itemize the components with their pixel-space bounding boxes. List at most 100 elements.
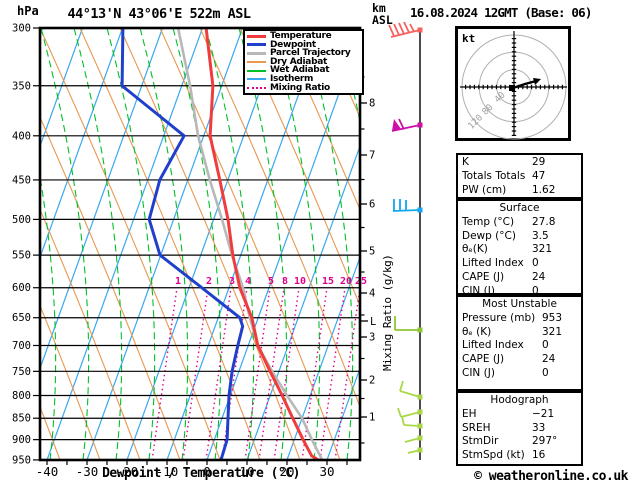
svg-text:5: 5 [268, 276, 274, 287]
panel-title: Most Unstable [482, 298, 557, 310]
panel-row-value: 0 [542, 366, 549, 379]
svg-text:10: 10 [294, 276, 306, 287]
legend-line-sample [247, 43, 266, 47]
legend-line-sample [247, 69, 266, 72]
credit-link[interactable]: © weatheronline.co.uk [474, 469, 628, 484]
legend-line-sample [247, 34, 266, 38]
panel-row-label: PW (cm) [462, 183, 507, 196]
panel-row-label: CAPE (J) [462, 270, 505, 283]
legend-line-sample [247, 51, 266, 55]
svg-text:8: 8 [369, 98, 375, 110]
panel-row-value: 27.8 [532, 215, 556, 228]
svg-text:500: 500 [12, 214, 31, 226]
panel-row-value: 3.5 [532, 229, 549, 242]
km-axis: 8 7 6 5 4 3 2 1 L [360, 76, 376, 444]
legend-line-sample [247, 61, 266, 64]
panel-row-label: CAPE (J) [462, 353, 505, 366]
svg-text:750: 750 [12, 366, 31, 378]
panel-row-value: 321 [532, 243, 553, 256]
panel-row-label: Lifted Index [462, 339, 524, 352]
x-axis-title: Dewpoint / Temperature (°C) [102, 466, 300, 481]
legend-line-sample [247, 78, 266, 81]
panel-row-label: Lifted Index [462, 257, 524, 270]
panel-surface: Surface Temp (°C) 27.8 Dewp (°C) 3.5 θₑ(K) 321… [456, 199, 583, 297]
mixing-ratio-labels: 1 2 3 4 5 8 10 15 20 25 [175, 276, 367, 287]
panel-row-label: Temp (°C) [462, 215, 515, 228]
panel-row-value: 0 [542, 339, 549, 352]
panel-row-value: 953 [542, 311, 563, 324]
svg-text:550: 550 [12, 250, 31, 262]
svg-text:1: 1 [175, 276, 181, 287]
panel-row: CAPE (J) 24 [458, 353, 581, 367]
panel-row-label: Dewp (°C) [462, 229, 516, 242]
panel-row-label: StmDir [462, 435, 499, 448]
panel-row-label: Pressure (mb) [462, 311, 536, 324]
svg-text:300: 300 [12, 23, 31, 35]
panel-row: K 29 [458, 156, 581, 170]
panel-row: Lifted Index 0 [458, 339, 581, 353]
svg-text:8: 8 [282, 276, 288, 287]
svg-text:20: 20 [340, 276, 352, 287]
mixing-ratio-axis-label: Mixing Ratio (g/kg) [381, 254, 394, 371]
wind-barb [407, 447, 423, 454]
svg-text:3: 3 [369, 332, 375, 344]
wind-barb [399, 380, 423, 400]
wind-barb [388, 21, 423, 38]
panel-row: CIN (J) 0 [458, 367, 581, 381]
panel-title: Surface [499, 202, 540, 214]
svg-text:850: 850 [12, 413, 31, 425]
svg-text:400: 400 [12, 130, 31, 142]
panel-row: Lifted Index 0 [458, 257, 581, 271]
svg-text:650: 650 [12, 312, 31, 324]
svg-text:7: 7 [369, 150, 375, 162]
panel-row: StmDir 297° [458, 435, 581, 449]
panel-row-value: 1.62 [532, 183, 556, 196]
panel-row-label: SREH [462, 421, 491, 434]
panel-row: EH −21 [458, 408, 581, 422]
svg-text:4: 4 [369, 288, 375, 300]
panel-row: Dewp (°C) 3.5 [458, 230, 581, 244]
wind-barb [392, 199, 423, 213]
panel-row-value: 24 [542, 353, 556, 366]
panel-row: StmSpd (kt) 16 [458, 449, 581, 463]
svg-text:1: 1 [369, 412, 375, 424]
svg-text:900: 900 [12, 434, 31, 446]
panel-row: θₑ (K) 321 [458, 326, 581, 340]
panel-row: Temp (°C) 27.8 [458, 216, 581, 230]
panel-row: PW (cm) 1.62 [458, 184, 581, 198]
svg-text:6: 6 [369, 199, 375, 211]
svg-text:950: 950 [12, 454, 31, 466]
panel-row: CAPE (J) 24 [458, 271, 581, 285]
panel-row-label: CIN (J) [462, 366, 495, 379]
panel-row-value: 29 [532, 156, 546, 168]
svg-text:700: 700 [12, 340, 31, 352]
panel-row: Totals Totals 47 [458, 170, 581, 184]
svg-text:800: 800 [12, 390, 31, 402]
panel-row-value: 0 [532, 257, 539, 270]
legend-item-label: Mixing Ratio [270, 82, 330, 93]
svg-text:2: 2 [206, 276, 212, 287]
panel-row-value: 33 [532, 421, 546, 434]
legend: Temperature Dewpoint Parcel Trajectory Dry … [243, 29, 364, 96]
legend-line-sample [247, 86, 266, 89]
svg-text:450: 450 [12, 174, 31, 186]
panel-row: Pressure (mb) 953 [458, 312, 581, 326]
panel-row-value: 297° [532, 435, 558, 448]
svg-text:600: 600 [12, 282, 31, 294]
svg-text:4: 4 [245, 276, 251, 287]
panel-row-label: θₑ (K) [462, 325, 492, 338]
wind-barb [394, 316, 423, 333]
panel-row-value: 321 [542, 325, 563, 338]
lcl-marker-label: L [370, 316, 376, 328]
panel-row-value: −21 [532, 407, 555, 420]
panel-row-label: Totals Totals [462, 169, 526, 182]
panel-row-value: 24 [532, 270, 546, 283]
wind-barb [397, 407, 423, 418]
panel-row: θₑ(K) 321 [458, 243, 581, 257]
svg-text:350: 350 [12, 80, 31, 92]
panel-row-value: 16 [532, 449, 546, 462]
skewt-screenshot: hPa 44°13'N 43°06'E 522m ASL km ASL 16.08… [0, 0, 629, 486]
hodograph: 4080120kt [455, 26, 571, 141]
panel-title: Hodograph [490, 394, 549, 406]
svg-text:15: 15 [322, 276, 334, 287]
